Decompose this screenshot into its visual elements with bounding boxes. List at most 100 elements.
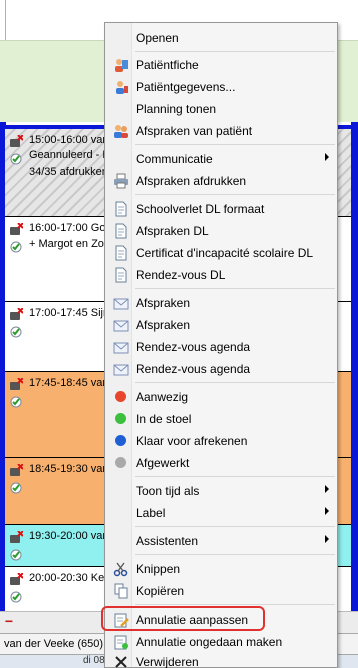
appointment-time: 18:45-19:30 van: [29, 463, 109, 475]
menu-item-certificat[interactable]: Certificat d'incapacité scolaire DL: [107, 242, 335, 263]
status-blue-dot-icon: [115, 435, 126, 446]
envelope-icon: [113, 342, 129, 354]
submenu-arrow-icon: [325, 485, 329, 493]
phone-missed-icon: [10, 308, 23, 320]
phone-missed-icon: [10, 223, 23, 235]
printer-icon: [114, 173, 128, 189]
menu-item-label: Certificat d'incapacité scolaire DL: [136, 246, 314, 260]
document-icon: [115, 201, 127, 217]
menu-item-label: Knippen: [136, 562, 181, 576]
highlight-annotation: [101, 606, 265, 631]
menu-item-label-submenu[interactable]: Label: [107, 502, 335, 523]
phone-missed-icon: [10, 464, 23, 476]
patient-data-icon: [116, 81, 128, 94]
remove-icon[interactable]: −: [2, 614, 16, 629]
phone-missed-icon: [10, 135, 23, 147]
menu-item-kopieren[interactable]: Kopiëren: [107, 580, 335, 601]
menu-item-schoolverlet[interactable]: Schoolverlet DL formaat: [107, 198, 335, 219]
menu-item-label: Verwijderen: [136, 655, 199, 668]
menu-item-in-de-stoel[interactable]: In de stoel: [107, 408, 335, 429]
menu-separator: [135, 604, 335, 605]
undo-cancellation-icon: [114, 635, 128, 650]
confirmed-icon: [10, 326, 22, 338]
menu-item-afspraken-dl[interactable]: Afspraken DL: [107, 220, 335, 241]
menu-item-rendezvous-agenda-2[interactable]: Rendez-vous agenda: [107, 358, 335, 379]
menu-item-label: Rendez-vous DL: [136, 268, 226, 282]
menu-item-aanwezig[interactable]: Aanwezig: [107, 386, 335, 407]
patients-icon: [114, 125, 128, 138]
menu-separator: [135, 288, 335, 289]
menu-item-afgewerkt[interactable]: Afgewerkt: [107, 452, 335, 473]
menu-item-afspraken-afdrukken[interactable]: Afspraken afdrukken: [107, 170, 335, 191]
status-red-dot-icon: [115, 391, 126, 402]
appointment-status: Geannuleerd - Ni: [29, 149, 113, 161]
confirmed-icon: [10, 591, 22, 603]
menu-item-rendezvous-dl[interactable]: Rendez-vous DL: [107, 264, 335, 285]
submenu-arrow-icon: [325, 507, 329, 515]
menu-item-communicatie[interactable]: Communicatie: [107, 148, 335, 169]
menu-item-patientgegevens[interactable]: Patiëntgegevens...: [107, 76, 335, 97]
menu-item-label: Klaar voor afrekenen: [136, 434, 248, 448]
envelope-icon: [113, 364, 129, 376]
confirmed-icon: [10, 153, 22, 165]
status-gray-dot-icon: [115, 457, 126, 468]
menu-separator: [135, 382, 335, 383]
submenu-arrow-icon: [325, 153, 329, 161]
appointment-time: 19:30-20:00 van: [29, 530, 109, 542]
document-icon: [115, 223, 127, 239]
phone-missed-icon: [10, 378, 23, 390]
confirmed-icon: [10, 396, 22, 408]
menu-item-label: Schoolverlet DL formaat: [136, 202, 265, 216]
menu-item-label: Kopiëren: [136, 584, 185, 598]
menu-item-label: Patiëntfiche: [136, 58, 199, 72]
menu-item-openen[interactable]: Openen: [107, 27, 335, 48]
appointment-note: 34/35 afdrukken: [29, 166, 108, 178]
phone-missed-icon: [10, 531, 23, 543]
menu-separator: [135, 554, 335, 555]
menu-item-label: Planning tonen: [136, 102, 217, 116]
menu-item-label: Patiëntgegevens...: [136, 80, 236, 94]
confirmed-icon: [10, 241, 22, 253]
status-green-dot-icon: [115, 413, 126, 424]
menu-separator: [135, 194, 335, 195]
menu-item-rendezvous-agenda-1[interactable]: Rendez-vous agenda: [107, 336, 335, 357]
menu-item-label: Afspraken van patiënt: [136, 124, 253, 138]
menu-item-label: In de stoel: [136, 412, 192, 426]
document-icon: [115, 267, 127, 283]
menu-item-label: Afspraken: [136, 296, 191, 310]
envelope-icon: [113, 320, 129, 332]
menu-item-label: Label: [136, 506, 166, 520]
menu-item-afspraken-mail-2[interactable]: Afspraken: [107, 314, 335, 335]
menu-item-annulatie-ongedaan[interactable]: Annulatie ongedaan maken: [107, 631, 335, 652]
menu-item-afspraken-patient[interactable]: Afspraken van patiënt: [107, 120, 335, 141]
copy-icon: [114, 583, 128, 599]
scissors-icon: [113, 562, 128, 577]
menu-item-label: Annulatie ongedaan maken: [136, 635, 283, 649]
document-icon: [115, 245, 127, 261]
provider-tab-label: van der Veeke (650): [4, 638, 104, 650]
menu-item-label: Assistenten: [136, 534, 199, 548]
menu-item-planning-tonen[interactable]: Planning tonen: [107, 98, 335, 119]
confirmed-icon: [10, 549, 22, 561]
selection-edge-right: [351, 122, 358, 612]
menu-item-label: Aanwezig: [136, 390, 189, 404]
menu-item-assistenten[interactable]: Assistenten: [107, 530, 335, 551]
menu-item-afspraken-mail-1[interactable]: Afspraken: [107, 292, 335, 313]
menu-item-verwijderen[interactable]: Verwijderen: [107, 651, 335, 668]
menu-item-label: Afspraken afdrukken: [136, 174, 247, 188]
menu-item-label: Openen: [136, 31, 179, 45]
menu-item-knippen[interactable]: Knippen: [107, 558, 335, 579]
envelope-icon: [113, 298, 129, 310]
phone-missed-icon: [10, 573, 23, 585]
menu-item-patientfiche[interactable]: Patiëntfiche: [107, 54, 335, 75]
menu-item-label: Toon tijd als: [136, 484, 200, 498]
menu-item-label: Afspraken: [136, 318, 191, 332]
confirmed-icon: [10, 482, 22, 494]
appointment-time: 20:00-20:30 Kers: [29, 572, 114, 584]
menu-separator: [135, 526, 335, 527]
appointment-time: 16:00-17:00 Gou: [29, 222, 112, 234]
menu-item-label: Communicatie: [136, 152, 213, 166]
menu-item-toon-tijd-als[interactable]: Toon tijd als: [107, 480, 335, 501]
menu-item-klaar[interactable]: Klaar voor afrekenen: [107, 430, 335, 451]
menu-item-label: Rendez-vous agenda: [136, 362, 251, 376]
